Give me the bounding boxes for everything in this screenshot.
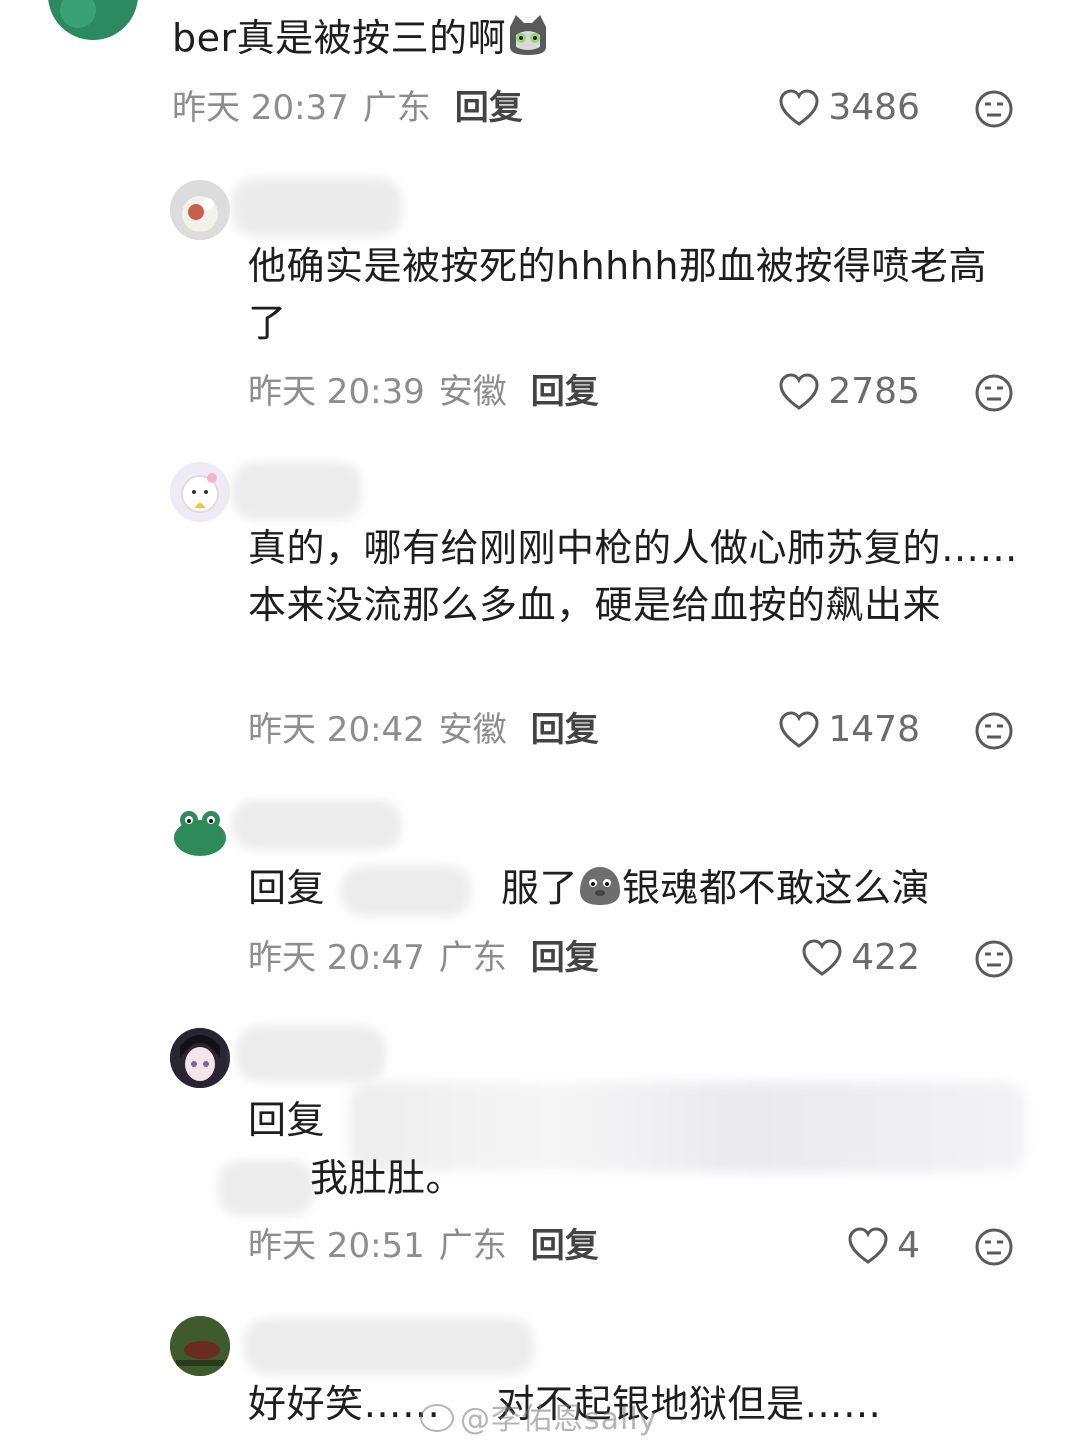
dislike-face-icon[interactable] [974, 939, 1014, 979]
dislike-face-icon[interactable] [974, 89, 1014, 129]
comment-location: 广东 [438, 938, 507, 978]
reply-button[interactable]: 回复 [531, 938, 599, 978]
comment-body: 好好笑…… [248, 1382, 441, 1426]
like-button[interactable]: 3486 [778, 88, 920, 128]
heart-icon [848, 1227, 888, 1264]
comment-date: 昨天 20:51 [248, 1226, 425, 1266]
comment-body: 我肚肚。 [310, 1156, 465, 1200]
comment-meta: 昨天 20:47 广东 回复 [248, 938, 599, 978]
avatar-image [48, 0, 138, 40]
comment-date: 昨天 20:42 [248, 710, 425, 750]
comment-location: 安徽 [438, 372, 507, 412]
reply-button[interactable]: 回复 [531, 710, 599, 750]
reply-prefix: 回复 [248, 866, 326, 910]
comment-text: 回复 [248, 1092, 325, 1149]
like-count: 422 [851, 937, 920, 978]
heart-icon [779, 711, 819, 748]
comment-date: 昨天 20:37 [172, 88, 349, 128]
commenter-avatar[interactable] [170, 180, 230, 240]
comment-location: 安徽 [438, 710, 507, 750]
username-blurred [232, 178, 402, 236]
comment-meta: 昨天 20:37 广东 回复 [172, 88, 523, 128]
comment-text: ber真是被按三的啊 [172, 10, 550, 67]
like-count: 3486 [828, 87, 920, 128]
avatar-image [170, 1316, 230, 1376]
avatar-image [170, 1028, 230, 1088]
heart-icon [779, 89, 819, 126]
comment-body: 银魂都不敢这么演 [622, 866, 931, 910]
avatar-image [174, 811, 226, 856]
commenter-avatar[interactable] [170, 800, 230, 860]
dislike-face-icon[interactable] [974, 711, 1014, 751]
dislike-face-icon[interactable] [974, 1227, 1014, 1267]
mention-blurred[interactable] [341, 865, 472, 916]
commenter-avatar[interactable] [170, 462, 230, 522]
like-button[interactable]: 4 [847, 1226, 920, 1266]
seal-face-emoji [580, 867, 621, 905]
avatar-image [170, 462, 230, 522]
like-button[interactable]: 422 [801, 938, 920, 978]
reply-button[interactable]: 回复 [531, 372, 599, 412]
mention-blurred[interactable] [218, 1160, 314, 1216]
like-count: 4 [897, 1225, 920, 1266]
comment-location: 广东 [438, 1226, 507, 1266]
comment-text: 回复 服了 银魂都不敢这么演 [248, 860, 1028, 917]
watermark: @李佑恩sally [420, 1394, 657, 1438]
commenter-avatar[interactable] [170, 1316, 230, 1376]
username-blurred [236, 1026, 386, 1082]
reply-prefix: 回复 [248, 1098, 326, 1142]
avatar-image [170, 180, 230, 240]
username-blurred [232, 800, 402, 850]
comment-text: 真的，哪有给刚刚中枪的人做心肺苏复的……本来没流那么多血，硬是给血按的飙出来 [248, 526, 1019, 627]
comment-date: 昨天 20:47 [248, 938, 425, 978]
weibo-logo-icon [420, 1404, 454, 1432]
like-button[interactable]: 2785 [778, 372, 920, 412]
reply-button[interactable]: 回复 [455, 88, 523, 128]
like-count: 1478 [828, 709, 920, 750]
comment-body: 服了 [501, 866, 579, 910]
commenter-avatar[interactable] [170, 1028, 230, 1088]
username-blurred [232, 462, 362, 520]
like-count: 2785 [828, 371, 920, 412]
comment-date: 昨天 20:39 [248, 372, 425, 412]
heart-icon [802, 939, 842, 976]
cat-face-emoji [510, 15, 547, 55]
comment-text: 他确实是被按死的hhhhh那血被按得喷老高了 [248, 244, 987, 345]
username-blurred [244, 1318, 534, 1374]
comment-meta: 昨天 20:51 广东 回复 [248, 1226, 599, 1266]
reply-button[interactable]: 回复 [531, 1226, 599, 1266]
dislike-face-icon[interactable] [974, 373, 1014, 413]
like-button[interactable]: 1478 [778, 710, 920, 750]
comment-meta: 昨天 20:42 安徽 回复 [248, 710, 599, 750]
comment-location: 广东 [362, 88, 431, 128]
heart-icon [779, 373, 819, 410]
commenter-avatar[interactable] [48, 0, 138, 40]
comment-meta: 昨天 20:39 安徽 回复 [248, 372, 599, 412]
